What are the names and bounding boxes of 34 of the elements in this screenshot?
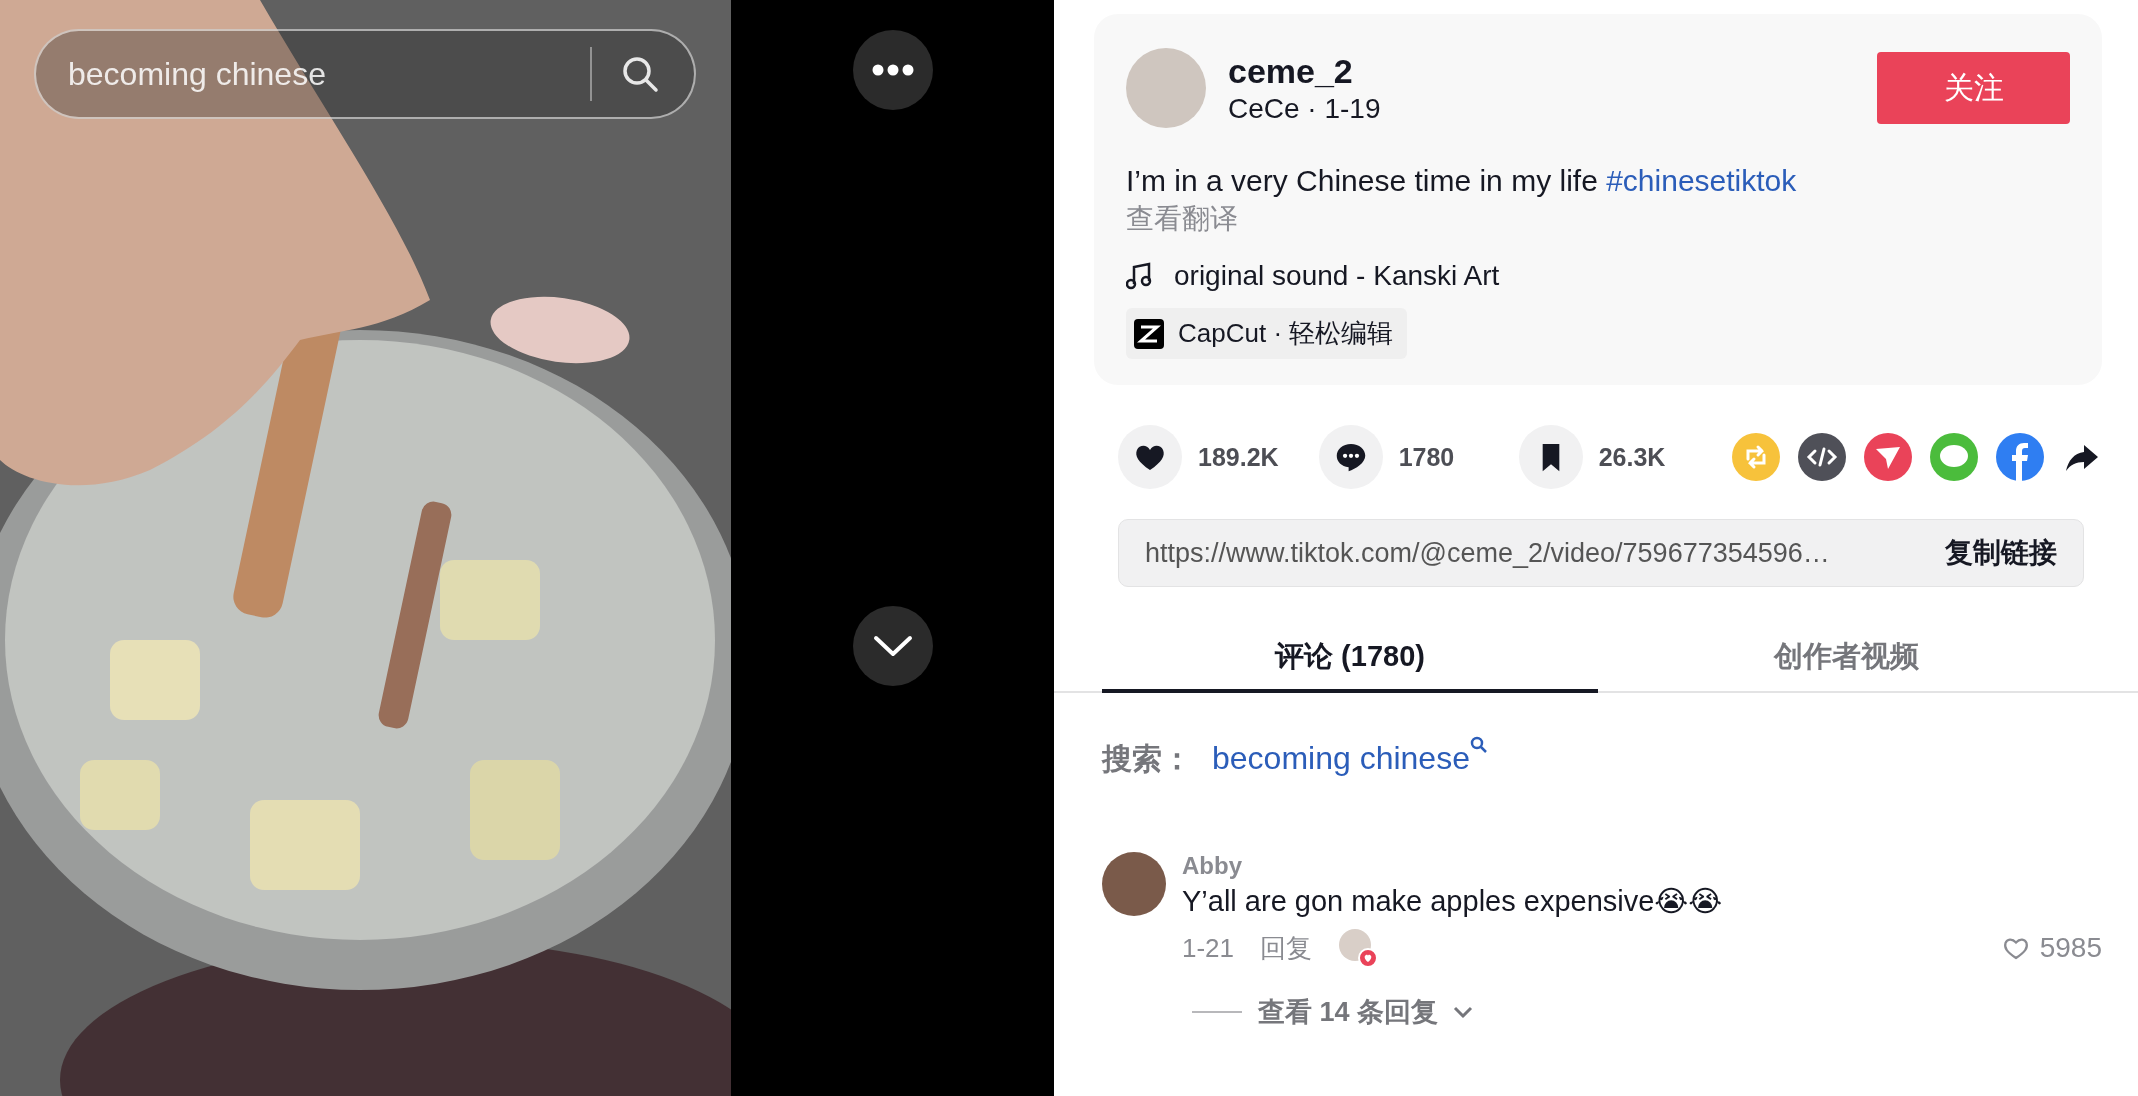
heart-icon[interactable] [2001,935,2030,961]
copy-link-button[interactable]: 复制链接 [1945,534,2057,572]
comment-author[interactable]: Abby [1182,852,2102,880]
stat-count: 26.3K [1598,442,1667,472]
like-count: 5985 [2039,932,2102,964]
username[interactable]: ceme_2 [1228,51,1877,91]
search-suggestion-link[interactable]: becoming chinese [1212,740,1488,777]
video-caption: I’m in a very Chinese time in my life [1126,164,1598,197]
search-icon [1469,736,1488,754]
chevron-down-icon [1452,1005,1475,1019]
comment-text: Y’all are gon make apples expensive😭😭 [1182,884,1724,918]
capcut-icon [1134,318,1164,349]
chevron-down-icon [872,635,913,657]
social-share-icon[interactable] [1996,433,2044,481]
translate-link[interactable]: 查看翻译 [1126,200,1238,238]
tab[interactable]: 评论 (1780) [1102,625,1598,693]
sound-link[interactable]: original sound - Kanski Art [1174,260,1500,292]
hashtag-link[interactable]: #chinesetiktok [1606,164,1797,197]
tab[interactable]: 创作者视频 [1598,625,2094,693]
music-note-icon [1126,262,1152,290]
send-icon[interactable] [1864,433,1912,481]
view-replies-button[interactable]: 查看 14 条回复 [1258,994,1475,1030]
reply-button[interactable]: 回复 [1260,930,1313,966]
capcut-tag[interactable]: CapCut · 轻松编辑 [1126,308,1408,359]
search-label: 搜索： [1102,741,1192,777]
more-icon [871,64,914,76]
embed-icon[interactable] [1798,433,1846,481]
search-icon[interactable] [620,54,660,94]
comment-date: 1-21 [1182,932,1235,964]
stat-count: 189.2K [1198,442,1279,472]
stat-count: 1780 [1398,442,1456,472]
follow-button[interactable]: 关注 [1877,52,2070,124]
video-url: https://www.tiktok.com/@ceme_2/video/759677354596… [1145,537,1831,569]
author-meta: CeCe · 1-19 [1228,92,1382,125]
